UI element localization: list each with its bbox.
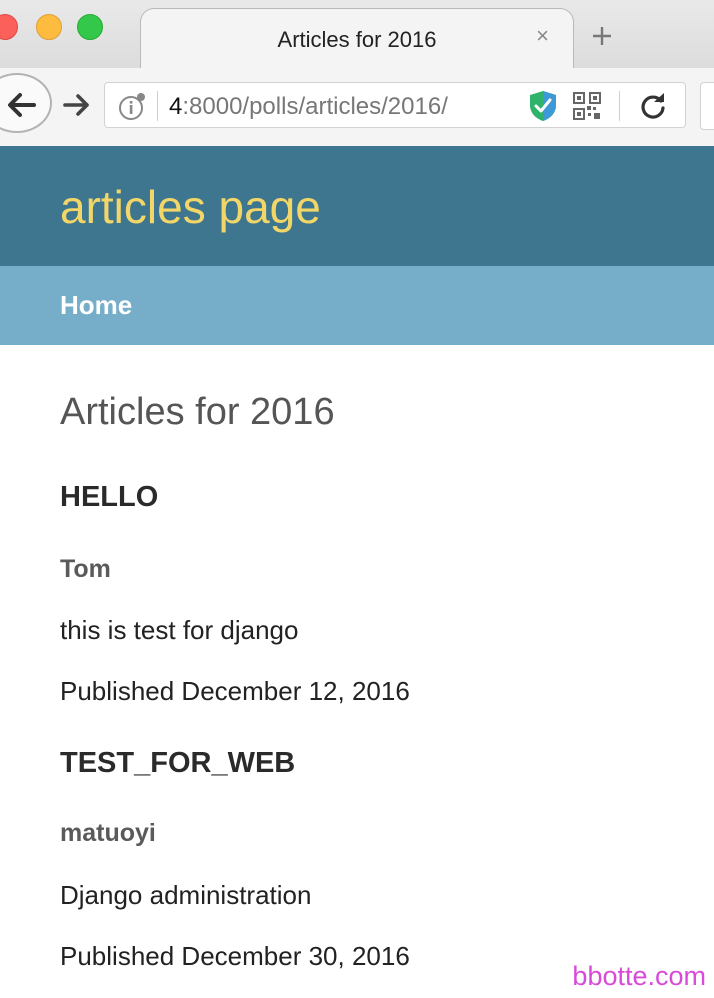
tab-close-icon[interactable]: × (536, 25, 549, 47)
url-text[interactable]: 4:8000/polls/articles/2016/ (169, 93, 448, 121)
article-published-date: Published December 30, 2016 (60, 941, 410, 971)
article-author: Tom (60, 555, 111, 583)
browser-tab-strip: Articles for 2016 × (0, 0, 714, 71)
back-button[interactable] (0, 73, 52, 133)
article-body: Django administration (60, 880, 312, 910)
watermark-text: bbotte.com (572, 961, 706, 991)
address-bar-divider (619, 91, 620, 121)
site-title: articles page (60, 181, 321, 233)
url-path: :8000/polls/articles/2016/ (182, 93, 448, 120)
article-published-date: Published December 12, 2016 (60, 676, 410, 706)
back-arrow-icon (8, 93, 36, 117)
info-icon[interactable] (117, 92, 147, 122)
article-author: matuoyi (60, 819, 156, 847)
shield-check-icon[interactable] (529, 90, 557, 122)
plus-icon[interactable] (590, 24, 614, 48)
extension-area (700, 82, 714, 130)
reload-icon[interactable] (639, 92, 667, 120)
url-host: 4 (169, 93, 183, 120)
article-title: TEST_FOR_WEB (60, 747, 296, 779)
minimize-window-button[interactable] (36, 14, 62, 40)
zoom-window-button[interactable] (77, 14, 103, 40)
site-header: articles page (0, 146, 714, 266)
site-nav: Home (0, 266, 714, 345)
address-bar-divider (157, 91, 158, 121)
browser-tab-active[interactable]: Articles for 2016 × (140, 8, 574, 71)
nav-home-link[interactable]: Home (60, 290, 132, 321)
article-body: this is test for django (60, 615, 299, 645)
browser-toolbar: 4:8000/polls/articles/2016/ (0, 68, 714, 147)
address-bar[interactable]: 4:8000/polls/articles/2016/ (104, 82, 686, 128)
article-title: HELLO (60, 481, 159, 513)
qr-code-icon[interactable] (573, 92, 601, 120)
forward-arrow-icon[interactable] (62, 90, 92, 120)
close-window-button[interactable] (0, 14, 18, 40)
page-heading: Articles for 2016 (60, 391, 335, 433)
tab-title: Articles for 2016 (277, 27, 437, 52)
